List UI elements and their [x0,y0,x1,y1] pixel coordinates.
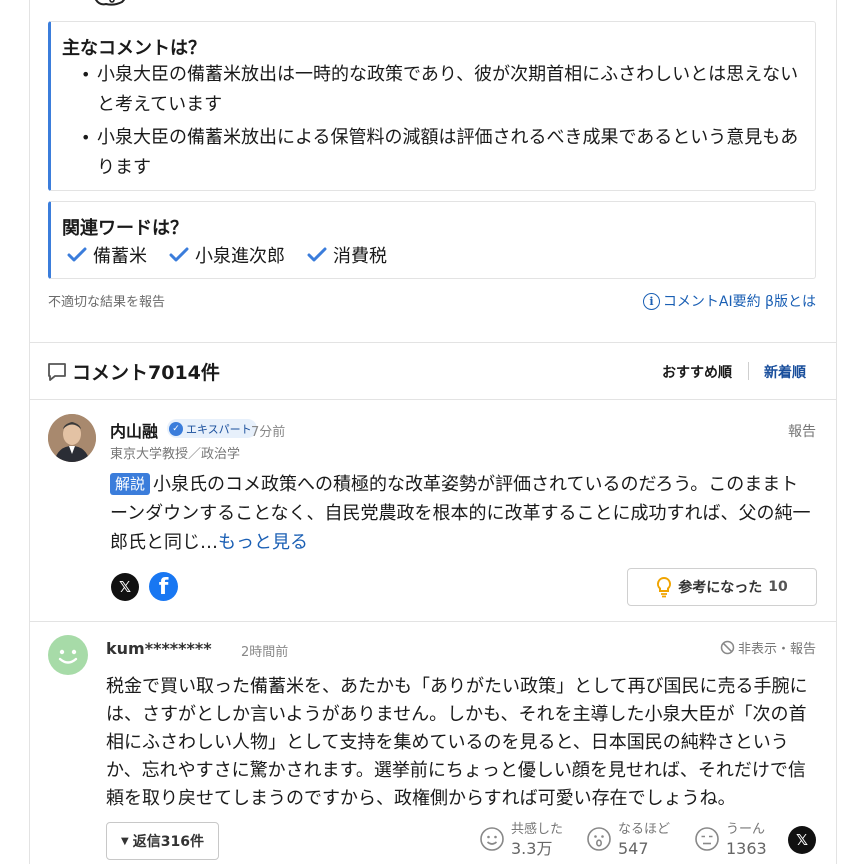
replies-toggle-button[interactable]: ▼ 返信316件 [106,822,219,860]
user-name[interactable]: kum******** [106,639,212,658]
main-comments-title: 主なコメントは？ [62,38,206,59]
reaction-count: 1363 [726,839,767,858]
surprise-reaction-icon [587,827,611,851]
related-word-item[interactable]: 小泉進次郎 [169,242,285,268]
replies-label: 返信316件 [132,834,204,850]
hmm-reaction-icon [695,827,719,851]
sort-recommended-tab[interactable]: おすすめ順 [662,362,732,382]
expert-badge-label: エキスパート [186,422,252,436]
related-words-list: 備蓄米 小泉進次郎 消費税 [67,242,387,268]
smile-avatar-icon[interactable] [48,635,88,675]
expert-comment-time: 7分前 [251,425,286,440]
reaction-label: 共感した [511,822,564,837]
sort-separator [748,362,749,380]
expert-comment-text: 小泉氏のコメ政策への積極的な改革姿勢が評価されているのだろう。このままトーンダウ… [110,474,811,553]
smile-face-icon [58,649,78,664]
x-share-icon[interactable]: 𝕏 [111,573,139,601]
smile-reaction-icon [480,827,504,851]
main-comments-list: 小泉大臣の備蓄米放出は一時的な政策であり、彼が次期首相にふさわしいとは思えないと… [81,60,813,186]
related-words-title: 関連ワードは？ [62,218,188,239]
list-item: 小泉大臣の備蓄米放出は一時的な政策であり、彼が次期首相にふさわしいとは思えないと… [81,60,813,120]
expert-badge: ✓ エキスパート [167,419,257,438]
expert-comment-body: 解説 小泉氏のコメ政策への積極的な改革姿勢が評価されているのだろう。このままトーン… [110,470,816,557]
main-comments-box: 主なコメントは？ 小泉大臣の備蓄米放出は一時的な政策であり、彼が次期首相にふさわ… [48,21,816,191]
list-item: 小泉大臣の備蓄米放出による保管料の減額は評価されるべき成果であるという意見もあり… [81,123,813,183]
expert-avatar[interactable] [48,414,96,462]
x-share-icon[interactable]: 𝕏 [788,826,816,854]
verified-icon: ✓ [169,421,183,436]
reaction-label: なるほど [618,822,671,837]
caret-down-icon: ▼ [121,835,129,847]
expert-name[interactable]: 内山融 [110,418,158,442]
check-icon [307,247,327,262]
expert-report-link[interactable]: 報告 [788,421,816,441]
hmm-reaction-button[interactable]: うーん 1363 [694,822,767,860]
section-divider [29,342,837,343]
user-comment-time: 2時間前 [241,645,289,660]
hide-report-link[interactable]: 非表示・報告 [720,638,816,657]
facebook-share-icon[interactable]: f [149,572,178,601]
reaction-count: 547 [618,839,649,858]
related-words-box: 関連ワードは？ 備蓄米 小泉進次郎 消費税 [48,201,816,279]
read-more-link[interactable]: もっと見る [218,532,308,553]
comments-header: コメント7014件 [46,358,220,385]
insightful-reaction-button[interactable]: なるほど 547 [586,822,670,860]
comments-count-title: コメント7014件 [72,362,220,384]
check-icon [67,247,87,262]
related-word-item[interactable]: 消費税 [307,242,387,268]
hide-report-label: 非表示・報告 [737,642,816,657]
reaction-count: 3.3万 [511,839,553,858]
related-word-label: 備蓄米 [93,246,147,267]
robot-icon [94,0,126,6]
reaction-label: うーん [726,822,766,837]
check-icon [169,247,189,262]
section-divider [29,621,837,622]
empathy-reaction-button[interactable]: 共感した 3.3万 [479,822,563,860]
ai-summary-info-link[interactable]: i コメントAI要約 β版とは [642,291,816,311]
helpful-label: 参考になった [678,580,763,596]
related-word-item[interactable]: 備蓄米 [67,242,147,268]
info-icon: i [642,292,660,310]
user-comment-body: 税金で買い取った備蓄米を、あたかも「ありがたい政策」として再び国民に売る手腕には… [106,676,808,809]
ai-summary-info-label: コメントAI要約 β版とは [662,294,816,310]
section-divider [29,399,837,400]
commentary-tag: 解説 [110,473,151,495]
block-icon [720,640,735,655]
helpful-count: 10 [768,579,788,595]
lightbulb-icon [657,576,672,598]
helpful-button[interactable]: 参考になった 10 [627,568,817,606]
expert-portrait-icon [48,414,96,462]
related-word-label: 小泉進次郎 [195,246,285,267]
comment-bubble-icon [48,362,66,381]
report-result-link[interactable]: 不適切な結果を報告 [48,291,165,310]
expert-title: 東京大学教授／政治学 [110,447,241,462]
sort-newest-tab[interactable]: 新着順 [764,362,806,382]
related-word-label: 消費税 [333,246,387,267]
